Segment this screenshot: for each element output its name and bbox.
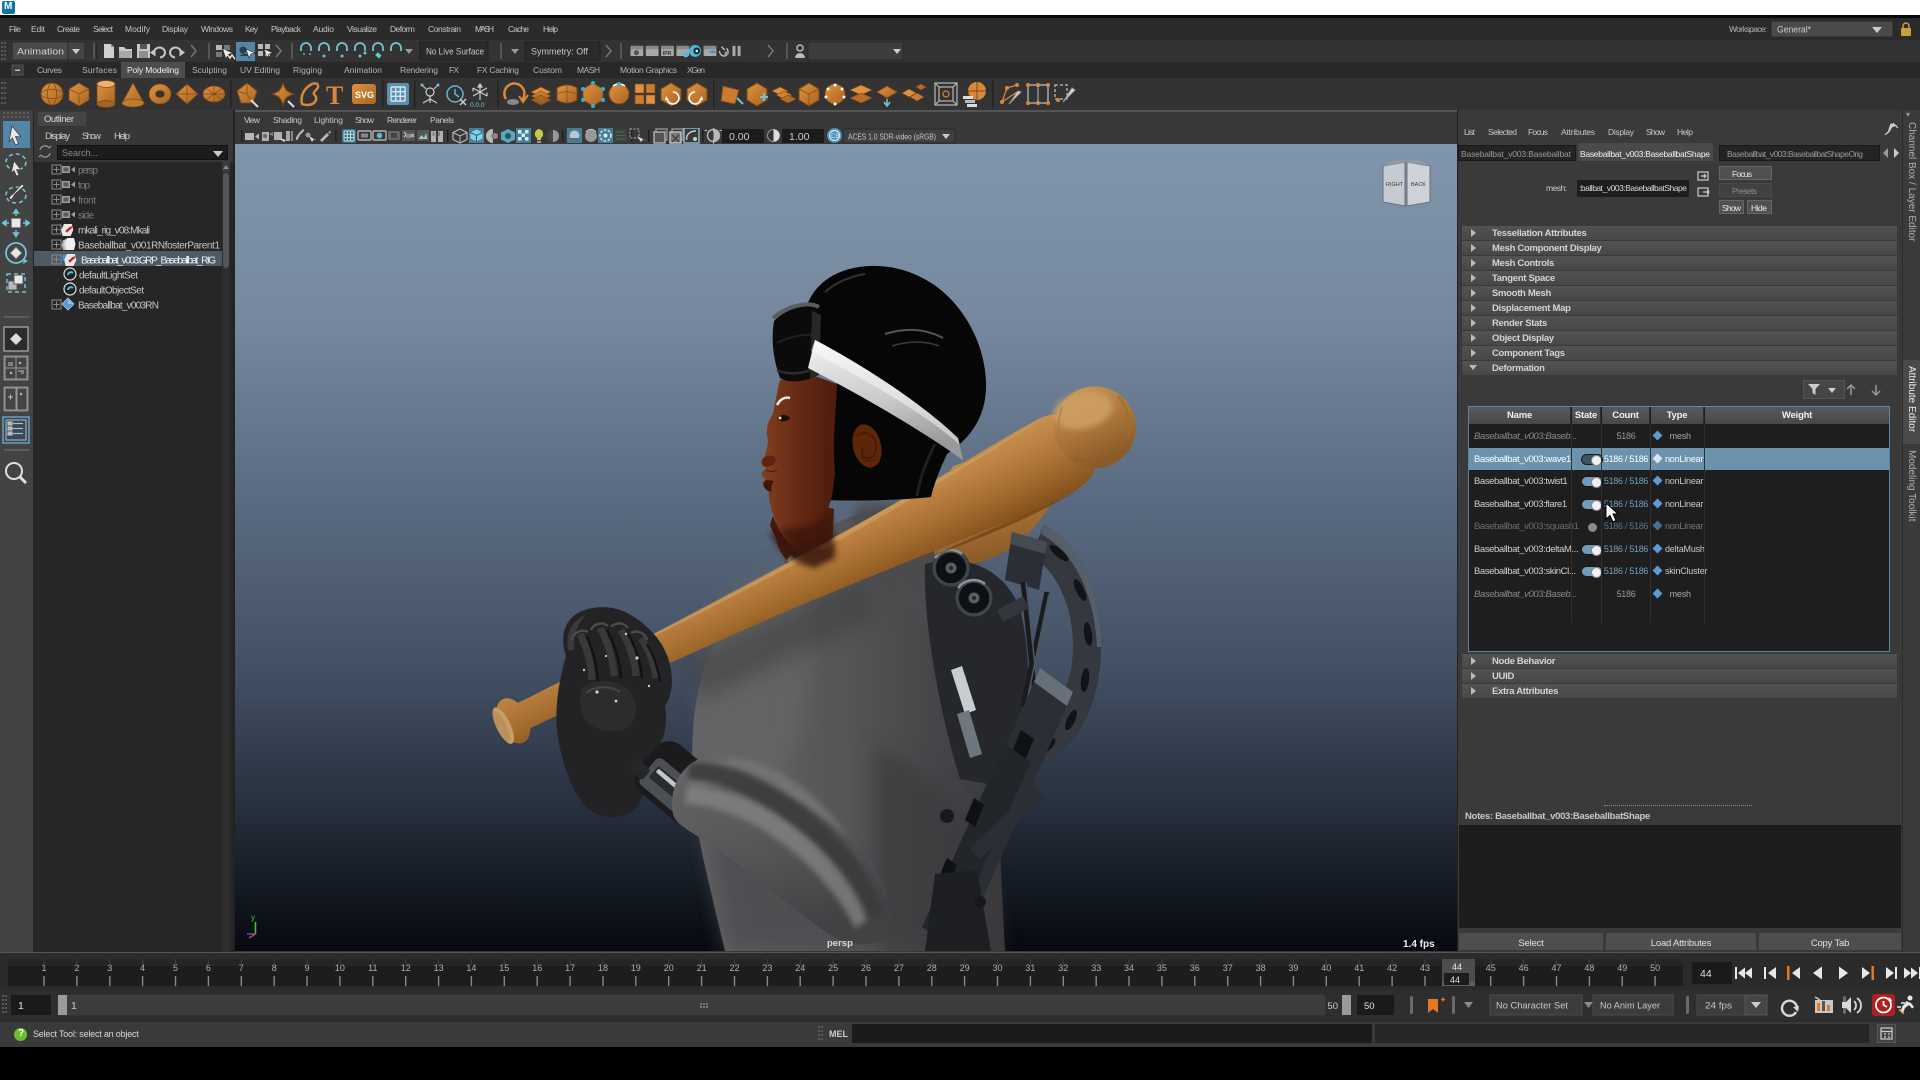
svg-text:24 fps: 24 fps xyxy=(1705,1001,1732,1012)
svg-text:Baseballbat_v003RN: Baseballbat_v003RN xyxy=(78,301,159,312)
svg-text:RIGHT: RIGHT xyxy=(1386,182,1404,188)
svg-text:Modify: Modify xyxy=(125,24,151,34)
svg-text:mesh:: mesh: xyxy=(1546,183,1567,193)
svg-text:Focus: Focus xyxy=(1732,169,1752,179)
svg-text:defaultLightSet: defaultLightSet xyxy=(79,271,138,282)
svg-text:Baseballbat_v003:BaseballbatSh: Baseballbat_v003:BaseballbatShape xyxy=(1580,149,1710,159)
svg-text:Attributes: Attributes xyxy=(1561,127,1595,137)
svg-text:Motion Graphics: Motion Graphics xyxy=(620,65,677,75)
svg-text:persp: persp xyxy=(78,166,98,177)
svg-text:FX Caching: FX Caching xyxy=(477,65,519,75)
svg-text:Poly Modeling: Poly Modeling xyxy=(127,65,179,75)
svg-text:List: List xyxy=(1464,127,1476,137)
svg-text:Panels: Panels xyxy=(430,115,454,125)
svg-text:Curves: Curves xyxy=(37,65,62,75)
svg-text:Select: Select xyxy=(93,24,114,34)
svg-text:Create: Create xyxy=(57,24,80,34)
svg-text:Display: Display xyxy=(45,131,70,142)
svg-text:1.00: 1.00 xyxy=(789,131,810,143)
svg-text:SVG: SVG xyxy=(355,90,374,100)
svg-text:0.0.0: 0.0.0 xyxy=(470,102,485,109)
svg-text:Visualize: Visualize xyxy=(347,24,377,34)
svg-text:No Anim Layer: No Anim Layer xyxy=(1600,1001,1660,1012)
svg-text:UV Editing: UV Editing xyxy=(240,65,280,75)
svg-text:CB: CB xyxy=(831,134,839,140)
svg-text:Playback: Playback xyxy=(271,24,302,34)
svg-text:Key: Key xyxy=(245,24,259,34)
svg-text:side: side xyxy=(78,211,94,222)
svg-text:44: 44 xyxy=(1452,962,1462,972)
svg-text:Edit: Edit xyxy=(31,24,46,34)
svg-text:44: 44 xyxy=(1450,975,1460,985)
svg-text:mkali_rig_v08:Mkali: mkali_rig_v08:Mkali xyxy=(78,226,150,237)
svg-text:Lighting: Lighting xyxy=(314,115,343,125)
svg-text:50: 50 xyxy=(1327,1001,1338,1012)
svg-text:No Live Surface: No Live Surface xyxy=(426,47,484,58)
svg-text:Custom: Custom xyxy=(533,65,562,75)
svg-text:Constrain: Constrain xyxy=(428,24,461,34)
svg-text:Surfaces: Surfaces xyxy=(82,65,117,75)
svg-text:front: front xyxy=(78,196,96,207)
svg-text:Show: Show xyxy=(355,115,375,125)
svg-text:Workspace:: Workspace: xyxy=(1729,24,1767,34)
svg-text:No Character Set: No Character Set xyxy=(1496,1001,1568,1012)
svg-text:Animation: Animation xyxy=(17,47,64,58)
svg-text:1: 1 xyxy=(18,1000,24,1012)
svg-text:Display: Display xyxy=(1608,127,1635,137)
svg-text:Baseballbat_v003:GRP_Baseballb: Baseballbat_v003:GRP_Baseballbat_RIG xyxy=(81,256,216,267)
svg-text:MASH: MASH xyxy=(577,65,600,75)
svg-text:44: 44 xyxy=(1700,968,1712,980)
svg-text:Cache: Cache xyxy=(508,24,529,34)
svg-text:0.00: 0.00 xyxy=(729,131,750,143)
svg-text:top: top xyxy=(78,181,90,192)
svg-text:Presets: Presets xyxy=(1732,186,1757,196)
svg-text:Help: Help xyxy=(1677,127,1693,137)
svg-text:Baseballbat_v003:BaseballbatSh: Baseballbat_v003:BaseballbatShapeOrig xyxy=(1727,149,1863,159)
svg-text:Symmetry: Off: Symmetry: Off xyxy=(531,47,588,58)
svg-text:Show: Show xyxy=(1646,127,1666,137)
svg-text:Rendering: Rendering xyxy=(400,65,438,75)
svg-text:Shading: Shading xyxy=(273,115,302,125)
svg-text:Audio: Audio xyxy=(313,24,334,34)
svg-text:Help: Help xyxy=(543,24,558,34)
svg-text:Sculpting: Sculpting xyxy=(192,65,227,75)
svg-text:defaultObjectSet: defaultObjectSet xyxy=(79,286,144,297)
svg-text:File: File xyxy=(9,24,21,34)
svg-text:persp: persp xyxy=(827,938,853,949)
svg-text:Focus: Focus xyxy=(1528,127,1548,137)
svg-text:ACES 1.0 SDR-video (sRGB): ACES 1.0 SDR-video (sRGB) xyxy=(848,132,936,142)
svg-text:50: 50 xyxy=(1364,1001,1375,1012)
svg-text:General*: General* xyxy=(1777,25,1811,35)
svg-text:IPR: IPR xyxy=(663,51,672,57)
svg-text:FX: FX xyxy=(449,65,459,75)
svg-text:Baseballbat_v001RNfosterParent: Baseballbat_v001RNfosterParent1 xyxy=(78,241,220,252)
svg-text:Show: Show xyxy=(1722,203,1742,213)
svg-text:Windows: Windows xyxy=(201,24,233,34)
svg-text:Deform: Deform xyxy=(390,24,415,34)
svg-text:Outliner: Outliner xyxy=(44,114,74,125)
svg-text:Hide: Hide xyxy=(1751,203,1767,213)
svg-text:Animation: Animation xyxy=(344,65,382,75)
svg-text:Rigging: Rigging xyxy=(293,65,322,75)
svg-text:Display: Display xyxy=(162,24,189,34)
svg-text:Renderer: Renderer xyxy=(387,115,417,125)
svg-text:T: T xyxy=(326,81,343,110)
svg-text:View: View xyxy=(244,115,261,125)
svg-text:1: 1 xyxy=(71,1000,77,1012)
svg-text:XGen: XGen xyxy=(687,65,705,75)
svg-text:BACK: BACK xyxy=(1411,182,1426,188)
svg-text:Selected: Selected xyxy=(1488,127,1517,137)
svg-text:y: y xyxy=(251,913,255,922)
svg-text:Help: Help xyxy=(114,131,130,142)
svg-text:Show: Show xyxy=(82,131,101,142)
svg-text:1.4 fps: 1.4 fps xyxy=(1403,939,1435,950)
svg-text:Baseballbat_v003:Baseballbat: Baseballbat_v003:Baseballbat xyxy=(1461,149,1572,159)
svg-text::ballbat_v003:BaseballbatShape: :ballbat_v003:BaseballbatShape xyxy=(1579,183,1687,193)
svg-text:MASH: MASH xyxy=(475,24,494,34)
